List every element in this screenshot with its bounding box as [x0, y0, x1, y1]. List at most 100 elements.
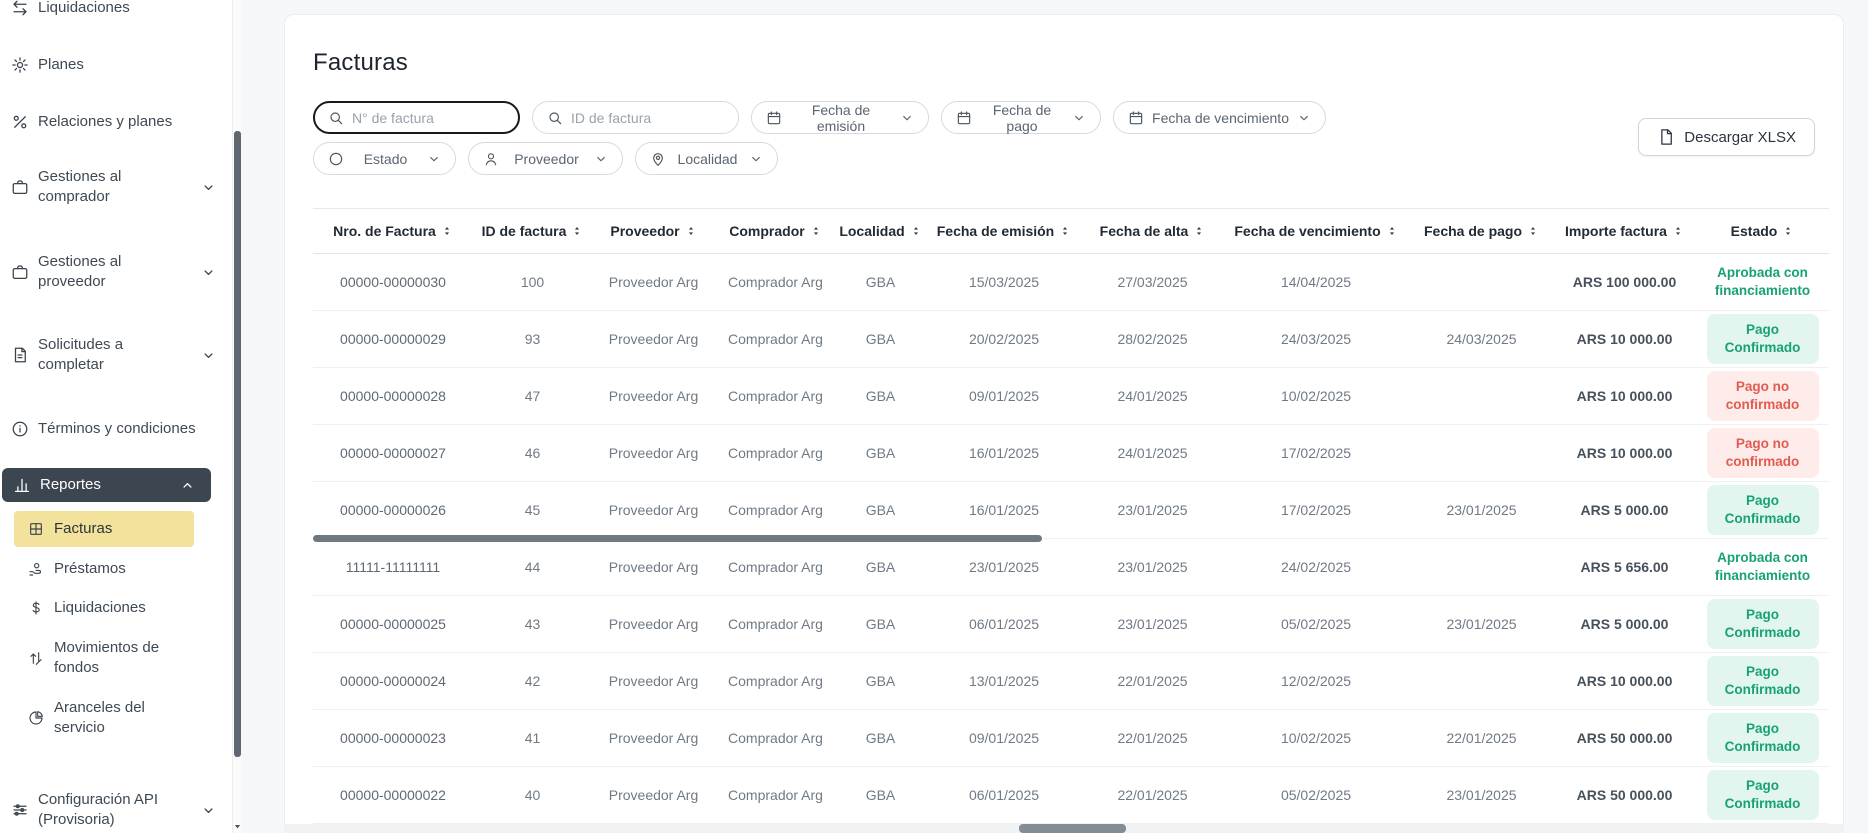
filter-fecha-emision[interactable]: Fecha de emisión — [751, 101, 929, 134]
cell-nro-factura: 00000-00000025 — [313, 596, 473, 653]
search-nro-factura[interactable] — [313, 101, 520, 134]
invoice-row[interactable]: 00000-00000022 40 Proveedor Arg Comprado… — [313, 767, 1829, 824]
cell-importe: ARS 5 656.00 — [1553, 539, 1696, 596]
cell-comprador: Comprador Arg — [715, 653, 836, 710]
invoice-row[interactable]: 00000-00000025 43 Proveedor Arg Comprado… — [313, 596, 1829, 653]
filter-estado[interactable]: Estado — [313, 142, 456, 175]
sidebar-item-facturas[interactable]: Facturas — [14, 511, 194, 547]
cell-fecha-pago — [1410, 254, 1553, 311]
calendar-icon — [1128, 110, 1144, 126]
invoice-row[interactable]: 00000-00000027 46 Proveedor Arg Comprado… — [313, 425, 1829, 482]
sidebar-item-gestiones-al-proveedor[interactable]: Gestiones al proveedor — [0, 247, 232, 297]
cell-localidad: GBA — [836, 596, 925, 653]
nro-factura-input[interactable] — [352, 110, 505, 126]
sidebar-item-terminos-y-condiciones[interactable]: Términos y condiciones — [0, 414, 232, 444]
id-factura-input[interactable] — [571, 110, 724, 126]
sliders-icon — [10, 800, 30, 820]
app-root: Liquidaciones Planes Relaciones y planes… — [0, 0, 1868, 833]
sidebar-item-prestamos[interactable]: Préstamos — [0, 554, 232, 584]
chevron-down-icon — [1297, 111, 1311, 125]
search-icon — [328, 110, 344, 126]
cell-estado: Pago no confirmado — [1696, 368, 1829, 425]
cell-importe: ARS 10 000.00 — [1553, 653, 1696, 710]
cell-fecha-vencimiento: 17/02/2025 — [1222, 425, 1410, 482]
cell-fecha-emision: 16/01/2025 — [925, 425, 1083, 482]
invoice-row[interactable]: 00000-00000026 45 Proveedor Arg Comprado… — [313, 482, 1829, 539]
invoice-row[interactable]: 11111-11111111 44 Proveedor Arg Comprado… — [313, 539, 1829, 596]
cell-estado: Pago Confirmado — [1696, 653, 1829, 710]
sidebar-item-configuracion-api[interactable]: Configuración API (Provisoria) — [0, 785, 232, 833]
cell-estado: Aprobada con financiamiento — [1696, 539, 1829, 596]
cell-proveedor: Proveedor Arg — [592, 425, 715, 482]
briefcase-icon — [10, 262, 30, 282]
sort-icon — [1386, 225, 1398, 237]
cell-localidad: GBA — [836, 767, 925, 824]
invoice-row[interactable]: 00000-00000023 41 Proveedor Arg Comprado… — [313, 710, 1829, 767]
invoice-row[interactable]: 00000-00000024 42 Proveedor Arg Comprado… — [313, 653, 1829, 710]
sidebar-item-aranceles-del-servicio[interactable]: Aranceles del servicio — [0, 693, 232, 743]
cell-importe: ARS 50 000.00 — [1553, 767, 1696, 824]
chevron-down-icon — [201, 265, 216, 280]
column-header[interactable]: Fecha de alta — [1083, 209, 1222, 254]
facturas-table: Nro. de Factura ID de factura Proveedor … — [313, 208, 1829, 824]
filter-fecha-vencimiento[interactable]: Fecha de vencimiento — [1113, 101, 1326, 134]
cell-fecha-alta: 24/01/2025 — [1083, 368, 1222, 425]
column-header[interactable]: Localidad — [836, 209, 925, 254]
cell-fecha-alta: 22/01/2025 — [1083, 767, 1222, 824]
column-header[interactable]: Estado — [1696, 209, 1829, 254]
cell-localidad: GBA — [836, 254, 925, 311]
sidebar-item-liquidaciones-reporte[interactable]: Liquidaciones — [0, 593, 232, 623]
gear-icon — [10, 55, 30, 75]
table-horizontal-scrollbar-thumb[interactable] — [313, 535, 1042, 542]
filter-row-2: Estado Proveedor Localidad — [313, 142, 1815, 175]
column-header[interactable]: Importe factura — [1553, 209, 1696, 254]
cell-comprador: Comprador Arg — [715, 425, 836, 482]
sort-icon — [1782, 225, 1794, 237]
download-xlsx-button[interactable]: Descargar XLSX — [1638, 118, 1815, 156]
cell-proveedor: Proveedor Arg — [592, 710, 715, 767]
column-header[interactable]: Fecha de emisión — [925, 209, 1083, 254]
sidebar-item-gestiones-al-comprador[interactable]: Gestiones al comprador — [0, 162, 232, 212]
column-header[interactable]: Fecha de vencimiento — [1222, 209, 1410, 254]
column-header[interactable]: ID de factura — [473, 209, 592, 254]
cell-comprador: Comprador Arg — [715, 482, 836, 539]
sidebar-scrollbar[interactable] — [232, 0, 241, 833]
invoice-row[interactable]: 00000-00000030 100 Proveedor Arg Comprad… — [313, 254, 1829, 311]
cell-fecha-alta: 27/03/2025 — [1083, 254, 1222, 311]
column-header[interactable]: Nro. de Factura — [313, 209, 473, 254]
sidebar-item-liquidaciones[interactable]: Liquidaciones — [0, 0, 232, 23]
sidebar-item-movimientos-de-fondos[interactable]: Movimientos de fondos — [0, 633, 232, 683]
filter-proveedor[interactable]: Proveedor — [468, 142, 623, 175]
filter-fecha-pago[interactable]: Fecha de pago — [941, 101, 1101, 134]
sidebar-item-relaciones-y-planes[interactable]: Relaciones y planes — [0, 107, 232, 137]
page-horizontal-scrollbar-thumb[interactable] — [1019, 824, 1126, 833]
sidebar-item-reportes[interactable]: Reportes — [2, 468, 211, 502]
main-content: Facturas Fecha de emisión — [241, 0, 1868, 833]
sidebar-item-solicitudes-a-completar[interactable]: Solicitudes a completar — [0, 330, 232, 380]
status-badge: Aprobada con financiamiento — [1701, 264, 1825, 300]
invoice-row[interactable]: 00000-00000028 47 Proveedor Arg Comprado… — [313, 368, 1829, 425]
cell-fecha-vencimiento: 05/02/2025 — [1222, 767, 1410, 824]
sidebar-scrollbar-thumb[interactable] — [234, 131, 241, 757]
calendar-icon — [766, 110, 782, 126]
cell-comprador: Comprador Arg — [715, 254, 836, 311]
filter-localidad[interactable]: Localidad — [635, 142, 778, 175]
column-header[interactable]: Proveedor — [592, 209, 715, 254]
search-id-factura[interactable] — [532, 101, 739, 134]
cell-localidad: GBA — [836, 539, 925, 596]
user-icon — [483, 151, 499, 167]
document-icon — [10, 345, 30, 365]
swap-arrows-icon — [10, 0, 30, 18]
cell-fecha-alta: 24/01/2025 — [1083, 425, 1222, 482]
cell-fecha-emision: 20/02/2025 — [925, 311, 1083, 368]
column-header[interactable]: Comprador — [715, 209, 836, 254]
cell-importe: ARS 50 000.00 — [1553, 710, 1696, 767]
page-horizontal-scrollbar[interactable] — [284, 824, 1844, 833]
column-header[interactable]: Fecha de pago — [1410, 209, 1553, 254]
cell-fecha-emision: 23/01/2025 — [925, 539, 1083, 596]
invoice-row[interactable]: 00000-00000029 93 Proveedor Arg Comprado… — [313, 311, 1829, 368]
cell-fecha-vencimiento: 14/04/2025 — [1222, 254, 1410, 311]
sidebar-item-planes[interactable]: Planes — [0, 50, 232, 80]
cell-importe: ARS 10 000.00 — [1553, 425, 1696, 482]
cell-fecha-emision: 16/01/2025 — [925, 482, 1083, 539]
